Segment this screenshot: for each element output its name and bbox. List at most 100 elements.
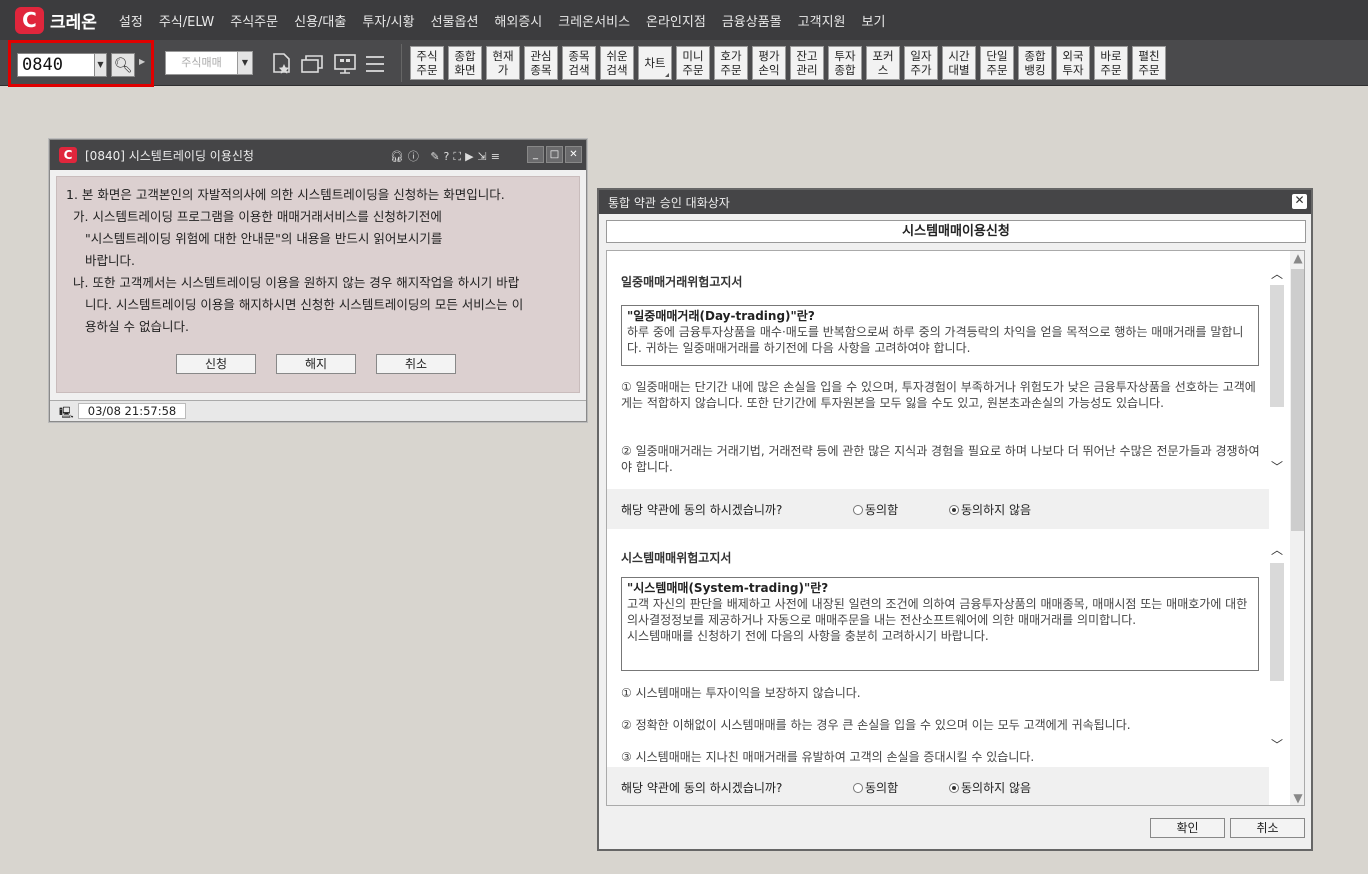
quick-banking[interactable]: 종합 뱅킹 bbox=[1018, 46, 1052, 80]
favorite-page-icon[interactable] bbox=[270, 52, 294, 80]
system-trading-window: C [0840] 시스템트레이딩 이용신청 🎧︎ⓘ ✎?⛶▶⇲≡ _ □ ✕ 1… bbox=[49, 139, 587, 422]
definition-box: "일중매매거래(Day-trading)"란? 하루 중에 금융투자상품을 매수… bbox=[621, 305, 1259, 366]
menu-invest-market[interactable]: 투자/시황 bbox=[354, 11, 422, 30]
quick-chart[interactable]: 차트 bbox=[638, 46, 672, 80]
quick-current-price[interactable]: 현재 가 bbox=[486, 46, 520, 80]
quick-quote-order[interactable]: 호가 주문 bbox=[714, 46, 748, 80]
radio-dot bbox=[949, 782, 959, 793]
menu-creon-service[interactable]: 크레온서비스 bbox=[550, 11, 638, 30]
code-dropdown-button[interactable]: ▼ bbox=[95, 53, 107, 77]
agree-yes-radio[interactable]: 동의함 bbox=[853, 501, 898, 518]
menu-view[interactable]: 보기 bbox=[854, 11, 894, 30]
section-scrollbar[interactable]: ︿ ﹀ bbox=[1269, 265, 1285, 475]
scroll-up-icon[interactable]: ︿ bbox=[1269, 541, 1285, 558]
search-button[interactable]: 🔍︎ bbox=[111, 53, 135, 77]
system-trading-section: 시스템매매위험고지서 "시스템매매(System-trading)"란? 고객 … bbox=[607, 529, 1285, 767]
section-scrollbar[interactable]: ︿ ﹀ bbox=[1269, 541, 1285, 753]
quick-stock-order[interactable]: 주식 주문 bbox=[410, 46, 444, 80]
notice-panel: 1. 본 화면은 고객본인의 자발적의사에 의한 시스템트레이딩을 신청하는 화… bbox=[56, 176, 580, 393]
dialog-close-button[interactable]: ✕ bbox=[1292, 194, 1307, 209]
quick-balance[interactable]: 잔고 관리 bbox=[790, 46, 824, 80]
quick-mini-order[interactable]: 미니 주문 bbox=[676, 46, 710, 80]
radio-label: 동의하지 않음 bbox=[961, 781, 1032, 795]
scroll-thumb[interactable] bbox=[1270, 563, 1284, 681]
window-title: [0840] 시스템트레이딩 이용신청 bbox=[85, 148, 254, 163]
day-trading-section: 일중매매거래위험고지서 "일중매매거래(Day-trading)"란? 하루 중… bbox=[607, 251, 1285, 489]
quick-easy-search[interactable]: 쉬운 검색 bbox=[600, 46, 634, 80]
scroll-thumb[interactable] bbox=[1270, 285, 1284, 407]
minimize-button[interactable]: _ bbox=[527, 146, 544, 163]
quick-invest-summary[interactable]: 투자 종합 bbox=[828, 46, 862, 80]
quick-overview[interactable]: 종합 화면 bbox=[448, 46, 482, 80]
menu-overseas[interactable]: 해외증시 bbox=[486, 11, 550, 30]
menu-online-branch[interactable]: 온라인지점 bbox=[638, 11, 714, 30]
agree-row: 해당 약관에 동의 하시겠습니까? 동의함 동의하지 않음 bbox=[607, 489, 1269, 529]
quick-focus[interactable]: 포커 스 bbox=[866, 46, 900, 80]
scroll-up-icon[interactable]: ▲ bbox=[1290, 251, 1304, 265]
quick-hourly[interactable]: 시간 대별 bbox=[942, 46, 976, 80]
notice-line: 가. 시스템트레이딩 프로그램을 이용한 매매거래서비스를 신청하기전에 bbox=[73, 209, 442, 224]
monitor-icon[interactable] bbox=[333, 52, 357, 80]
quick-foreign-invest[interactable]: 외국 투자 bbox=[1056, 46, 1090, 80]
maximize-button[interactable]: □ bbox=[546, 146, 563, 163]
scroll-down-icon[interactable]: ﹀ bbox=[1269, 736, 1285, 753]
cancel-button[interactable]: 취소 bbox=[376, 354, 456, 374]
radio-label: 동의하지 않음 bbox=[961, 503, 1032, 517]
scroll-thumb[interactable] bbox=[1291, 269, 1304, 531]
titlebar-tool-icons[interactable]: 🎧︎ⓘ ✎?⛶▶⇲≡ bbox=[390, 148, 504, 164]
menu-futures-options[interactable]: 선물옵션 bbox=[423, 11, 487, 30]
toolbar-divider bbox=[401, 44, 402, 82]
ok-button[interactable]: 확인 bbox=[1150, 818, 1225, 838]
agree-yes-radio[interactable]: 동의함 bbox=[853, 779, 898, 796]
dialog-cancel-button[interactable]: 취소 bbox=[1230, 818, 1305, 838]
terms-item: ③ 시스템매매는 지나친 매매거래를 유발하여 고객의 손실을 증대시킬 수 있… bbox=[621, 750, 1035, 764]
menu-support[interactable]: 고객지원 bbox=[790, 11, 854, 30]
terms-scroll-area[interactable]: 일중매매거래위험고지서 "일중매매거래(Day-trading)"란? 하루 중… bbox=[606, 250, 1305, 806]
menu-financial-mall[interactable]: 금융상품몰 bbox=[714, 11, 790, 30]
screen-code-input[interactable]: 0840 bbox=[17, 53, 95, 77]
screen-select-dropdown[interactable]: ▼ bbox=[238, 51, 253, 75]
agree-question: 해당 약관에 동의 하시겠습니까? bbox=[621, 503, 783, 517]
section-title: 일중매매거래위험고지서 bbox=[621, 275, 743, 289]
quick-daily-price[interactable]: 일자 주가 bbox=[904, 46, 938, 80]
notice-line: "시스템트레이딩 위험에 대한 안내문"의 내용을 반드시 읽어보시기를 bbox=[85, 231, 443, 246]
hamburger-menu-icon[interactable] bbox=[364, 52, 386, 80]
outer-scrollbar[interactable]: ▲ ▼ bbox=[1290, 251, 1304, 805]
menu-stock-order[interactable]: 주식주문 bbox=[222, 11, 286, 30]
scroll-down-icon[interactable]: ﹀ bbox=[1269, 458, 1285, 475]
quick-single-order[interactable]: 단일 주문 bbox=[980, 46, 1014, 80]
window-titlebar[interactable]: C [0840] 시스템트레이딩 이용신청 🎧︎ⓘ ✎?⛶▶⇲≡ _ □ ✕ bbox=[50, 140, 586, 170]
menu-credit-loan[interactable]: 신용/대출 bbox=[286, 11, 354, 30]
terms-item: ① 시스템매매는 투자이익을 보장하지 않습니다. bbox=[621, 686, 861, 700]
terminate-button[interactable]: 해지 bbox=[276, 354, 356, 374]
scroll-down-icon[interactable]: ▼ bbox=[1290, 791, 1304, 805]
agree-row: 해당 약관에 동의 하시겠습니까? 동의함 동의하지 않음 bbox=[607, 767, 1269, 805]
notice-line: 니다. 시스템트레이딩 이용을 해지하시면 신청한 시스템트레이딩의 모든 서비… bbox=[85, 297, 524, 312]
quick-stock-search[interactable]: 종목 검색 bbox=[562, 46, 596, 80]
notice-line: 1. 본 화면은 고객본인의 자발적의사에 의한 시스템트레이딩을 신청하는 화… bbox=[66, 187, 505, 202]
agree-question: 해당 약관에 동의 하시겠습니까? bbox=[621, 781, 783, 795]
windows-icon[interactable] bbox=[300, 52, 326, 80]
quick-watchlist[interactable]: 관심 종목 bbox=[524, 46, 558, 80]
menu-settings[interactable]: 설정 bbox=[111, 11, 151, 30]
menu-bar: C 크레온 설정 주식/ELW 주식주문 신용/대출 투자/시황 선물옵션 해외… bbox=[0, 0, 1368, 40]
radio-dot bbox=[949, 504, 959, 515]
apply-button[interactable]: 신청 bbox=[176, 354, 256, 374]
screen-select[interactable]: 주식매매 bbox=[165, 51, 238, 75]
agree-no-radio[interactable]: 동의하지 않음 bbox=[949, 501, 1031, 518]
definition-box: "시스템매매(System-trading)"란? 고객 자신의 판단을 배제하… bbox=[621, 577, 1259, 671]
quick-expanded-order[interactable]: 펼친 주문 bbox=[1132, 46, 1166, 80]
definition-body: 하루 중에 금융투자상품을 매수·매도를 반복함으로써 하루 중의 가격등락의 … bbox=[627, 325, 1244, 355]
scroll-up-icon[interactable]: ︿ bbox=[1269, 265, 1285, 282]
menu-stock-elw[interactable]: 주식/ELW bbox=[151, 11, 222, 30]
quick-direct-order[interactable]: 바로 주문 bbox=[1094, 46, 1128, 80]
dialog-title: 통합 약관 승인 대화상자 bbox=[608, 195, 730, 210]
section-title: 시스템매매위험고지서 bbox=[621, 551, 732, 565]
dialog-titlebar[interactable]: 통합 약관 승인 대화상자 ✕ bbox=[599, 190, 1311, 214]
quick-pnl[interactable]: 평가 손익 bbox=[752, 46, 786, 80]
expand-arrow-icon[interactable]: ▶ bbox=[139, 57, 145, 66]
pc-icon: 🖳︎ bbox=[59, 406, 74, 419]
agree-no-radio[interactable]: 동의하지 않음 bbox=[949, 779, 1031, 796]
close-button[interactable]: ✕ bbox=[565, 146, 582, 163]
app-logo[interactable]: C 크레온 bbox=[15, 6, 97, 34]
